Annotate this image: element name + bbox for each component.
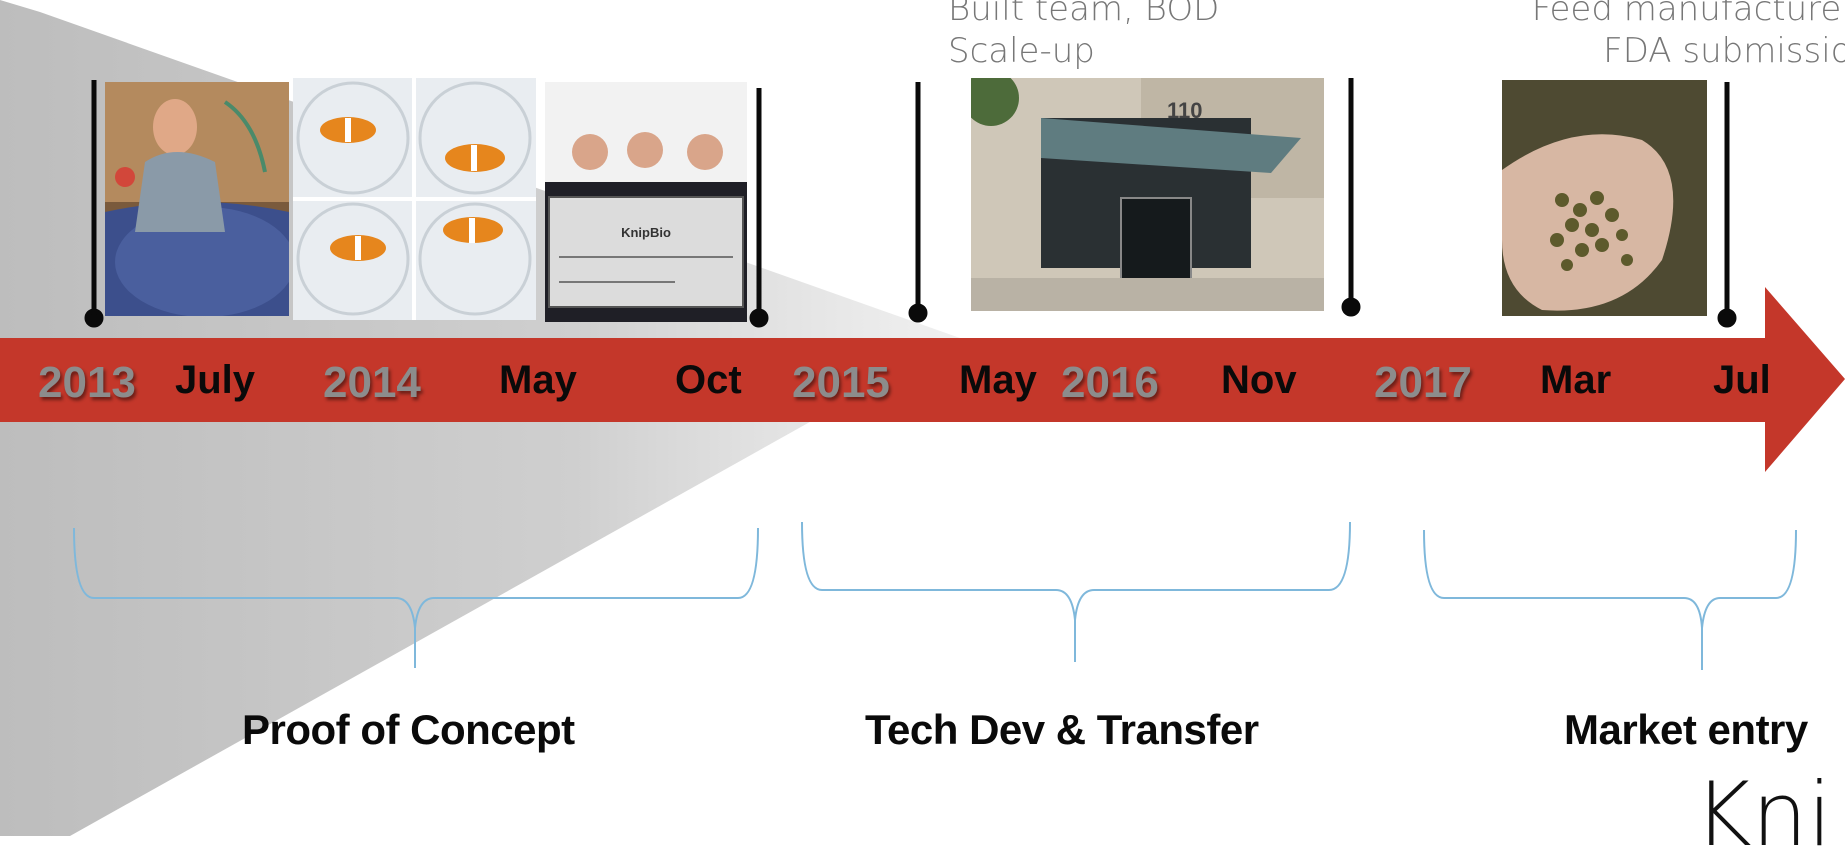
researcher-at-tank-photo: [105, 82, 289, 316]
feed-pellets-photo: [1502, 80, 1707, 316]
year-label: 2016: [1061, 358, 1159, 407]
note-line: Feed manufacturers: [1531, 0, 1845, 29]
phase-market-entry: Market entry: [1564, 706, 1808, 753]
month-label: May: [959, 358, 1037, 402]
clownfish-dishes-photo: [293, 78, 536, 320]
note-line: Scale-up: [948, 31, 1095, 71]
note-line: FDA submission: [1603, 31, 1845, 71]
note-line: Built team, BOD: [948, 0, 1220, 29]
note-market: Feed manufacturers FDA submission: [1532, 0, 1845, 72]
month-label: Oct: [675, 358, 742, 402]
month-label: Jul: [1713, 358, 1771, 402]
brace-tech-dev: [801, 521, 1351, 662]
month-label: Nov: [1221, 358, 1297, 402]
note-team-scaleup: Built team, BOD Scale-up: [948, 0, 1219, 72]
brace-market-entry: [1423, 529, 1797, 670]
building-entrance-photo: 110: [971, 78, 1324, 311]
check-presentation-photo: KnipBio: [545, 82, 747, 322]
month-label: May: [499, 358, 577, 402]
check-payee-text: KnipBio: [621, 225, 671, 240]
year-label: 2017: [1374, 358, 1472, 407]
brand-logo-text: Kni: [1694, 763, 1832, 866]
month-label: Mar: [1540, 358, 1612, 402]
phase-tech-dev-transfer: Tech Dev & Transfer: [865, 706, 1259, 753]
timeline-slide: KnipBio 110 Built team, BOD Scale-up Fee…: [0, 0, 1845, 860]
month-label: July: [175, 358, 256, 402]
year-label: 2015: [792, 358, 890, 407]
phase-proof-of-concept: Proof of Concept: [242, 706, 575, 753]
year-label: 2013: [38, 358, 136, 407]
building-number-text: 110: [1167, 98, 1203, 123]
year-label: 2014: [323, 358, 421, 407]
